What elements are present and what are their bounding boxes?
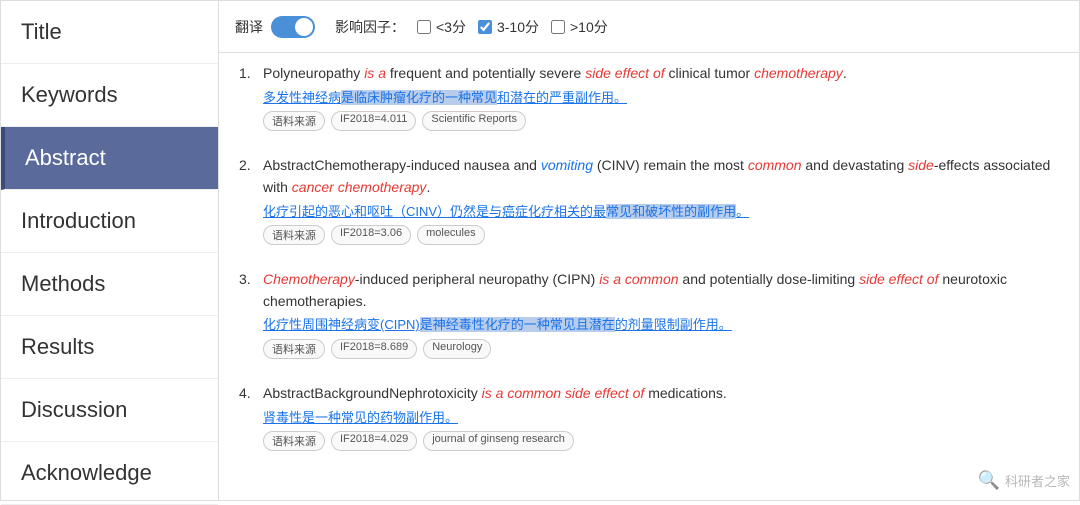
result-item-2: 3.Chemotherapy-induced peripheral neurop… [239, 269, 1059, 367]
result-body-1: AbstractChemotherapy-induced nausea and … [263, 155, 1059, 245]
sidebar-item-introduction[interactable]: Introduction [1, 190, 218, 253]
result-body-0: Polyneuropathy is a frequent and potenti… [263, 63, 1059, 131]
tag-2-0: 语料来源 [263, 339, 325, 359]
translate-label: 翻译 [235, 17, 263, 37]
tag-0-1: IF2018=4.011 [331, 111, 416, 131]
result-row-0: 1.Polyneuropathy is a frequent and poten… [239, 63, 1059, 131]
result-body-3: AbstractBackgroundNephrotoxicity is a co… [263, 383, 1059, 451]
result-en-3: AbstractBackgroundNephrotoxicity is a co… [263, 383, 1059, 405]
sidebar-item-methods[interactable]: Methods [1, 253, 218, 316]
translate-toggle[interactable] [271, 16, 315, 38]
tag-3-1: IF2018=4.029 [331, 431, 417, 451]
result-cn-0: 多发性神经病是临床肿瘤化疗的一种常见和潜在的严重副作用。 [263, 88, 1059, 108]
result-row-2: 3.Chemotherapy-induced peripheral neurop… [239, 269, 1059, 359]
result-tags-0: 语料来源 IF2018=4.011 Scientific Reports [263, 111, 1059, 131]
tag-2-1: IF2018=8.689 [331, 339, 417, 359]
sidebar-item-label: Keywords [21, 82, 118, 108]
filter-checkbox-1[interactable] [478, 20, 492, 34]
result-row-1: 2.AbstractChemotherapy-induced nausea an… [239, 155, 1059, 245]
result-en-1: AbstractChemotherapy-induced nausea and … [263, 155, 1059, 198]
result-number-3: 4. [239, 385, 259, 401]
sidebar-item-title[interactable]: Title [1, 1, 218, 64]
watermark-text: 科研者之家 [1005, 471, 1070, 490]
filter-label-2: >10分 [570, 17, 608, 37]
result-number-2: 3. [239, 271, 259, 287]
tag-0-0: 语料来源 [263, 111, 325, 131]
watermark: 🔍 科研者之家 [978, 470, 1070, 491]
impact-section: 影响因子： <3分 3-10分 >10分 [335, 17, 608, 37]
sidebar-item-keywords[interactable]: Keywords [1, 64, 218, 127]
main-container: Title Keywords Abstract Introduction Methods… [0, 0, 1080, 501]
result-en-0: Polyneuropathy is a frequent and potenti… [263, 63, 1059, 85]
result-tags-2: 语料来源 IF2018=8.689 Neurology [263, 339, 1059, 359]
sidebar-item-label: Acknowledge [21, 460, 152, 486]
tag-0-2: Scientific Reports [422, 111, 526, 131]
sidebar: Title Keywords Abstract Introduction Methods… [1, 1, 219, 500]
sidebar-item-abstract[interactable]: Abstract [1, 127, 218, 190]
filter-group-1: 3-10分 [478, 17, 539, 37]
result-item-1: 2.AbstractChemotherapy-induced nausea an… [239, 155, 1059, 253]
result-item-3: 4.AbstractBackgroundNephrotoxicity is a … [239, 383, 1059, 459]
result-cn-2: 化疗性周围神经病变(CIPN)是神经毒性化疗的一种常见且潜在的剂量限制副作用。 [263, 315, 1059, 335]
sidebar-item-label: Results [21, 334, 94, 360]
result-body-2: Chemotherapy-induced peripheral neuropat… [263, 269, 1059, 359]
tag-3-0: 语料来源 [263, 431, 325, 451]
result-tags-1: 语料来源 IF2018=3.06 molecules [263, 225, 1059, 245]
sidebar-item-label: Discussion [21, 397, 127, 423]
sidebar-item-discussion[interactable]: Discussion [1, 379, 218, 442]
sidebar-item-label: Introduction [21, 208, 136, 234]
tag-1-0: 语料来源 [263, 225, 325, 245]
sidebar-item-acknowledge[interactable]: Acknowledge [1, 442, 218, 505]
filter-group-2: >10分 [551, 17, 608, 37]
watermark-icon: 🔍 [978, 470, 1000, 491]
result-row-3: 4.AbstractBackgroundNephrotoxicity is a … [239, 383, 1059, 451]
toolbar: 翻译 影响因子： <3分 3-10分 >10分 [219, 1, 1079, 53]
filter-label-1: 3-10分 [497, 17, 539, 37]
sidebar-item-label: Methods [21, 271, 105, 297]
filter-group-0: <3分 [417, 17, 466, 37]
result-number-0: 1. [239, 65, 259, 81]
result-cn-1: 化疗引起的恶心和呕吐（CINV）仍然是与癌症化疗相关的最常见和破坏性的副作用。 [263, 202, 1059, 222]
result-cn-3: 肾毒性是一种常见的药物副作用。 [263, 408, 1059, 428]
tag-2-2: Neurology [423, 339, 491, 359]
content-area: 翻译 影响因子： <3分 3-10分 >10分 1.Polyneuropathy i… [219, 1, 1079, 500]
filter-label-0: <3分 [436, 17, 466, 37]
sidebar-item-label: Abstract [25, 145, 106, 171]
result-item-0: 1.Polyneuropathy is a frequent and poten… [239, 63, 1059, 139]
sidebar-item-label: Title [21, 19, 62, 45]
tag-3-2: journal of ginseng research [423, 431, 574, 451]
filter-checkbox-2[interactable] [551, 20, 565, 34]
impact-label: 影响因子： [335, 17, 405, 37]
results-list: 1.Polyneuropathy is a frequent and poten… [219, 53, 1079, 500]
translate-section: 翻译 [235, 16, 315, 38]
sidebar-item-results[interactable]: Results [1, 316, 218, 379]
tag-1-2: molecules [417, 225, 485, 245]
filter-checkbox-0[interactable] [417, 20, 431, 34]
result-tags-3: 语料来源 IF2018=4.029 journal of ginseng resea… [263, 431, 1059, 451]
tag-1-1: IF2018=3.06 [331, 225, 411, 245]
result-en-2: Chemotherapy-induced peripheral neuropat… [263, 269, 1059, 312]
result-number-1: 2. [239, 157, 259, 173]
